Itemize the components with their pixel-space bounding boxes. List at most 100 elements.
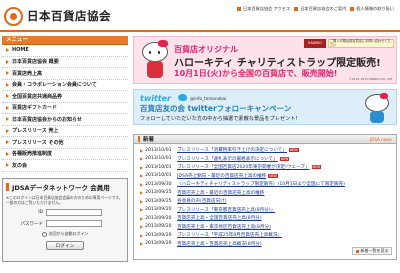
- sanrio-stamp: SANRIO: [304, 39, 326, 48]
- news-link[interactable]: 〈ハローキティチャリティストラップ限定販売〉(10月1日より全国にて限定販売): [177, 181, 345, 187]
- sidebar-item-label: 日本百貨店協会からのお知らせ: [12, 116, 82, 123]
- news-link[interactable]: プレスリリース「東京都百貨店売上高(8月分)」: [177, 207, 275, 213]
- news-date: 2013/09/20: [145, 224, 172, 230]
- news-item[interactable]: ▶ 2013/09/20 プレスリリース「平成25年8月百貨店売上高概況」: [140, 231, 396, 240]
- news-link[interactable]: プレスリリース「平成25年8月百貨店売上高概況」: [177, 232, 282, 238]
- banner-date: 10月1日(火)から全国の百貨店で、販売開始!: [174, 69, 338, 78]
- news-link[interactable]: プレスリリース「消費税率引き上げの決定について」: [177, 147, 287, 153]
- news-item[interactable]: ▶ 2013/09/25 百貨店売上高・最近の百貨店売上高の推移: [140, 189, 396, 198]
- logo-mark-icon: [4, 6, 23, 26]
- news-date: 2013/09/25: [145, 190, 172, 196]
- arrow-right-icon: [6, 71, 9, 76]
- remember-row: 次回から自動ログイン: [6, 231, 124, 237]
- hello-kitty-icon: [364, 93, 390, 123]
- member-login-box: JDSAデータネットワーク 会員用 ※このログインは日本百貨店協会会員の方のため…: [2, 178, 128, 262]
- bullet-arrow-icon: ▶: [140, 156, 144, 162]
- news-date: 2013/09/25: [145, 198, 172, 204]
- bullet-arrow-icon: ▶: [140, 173, 144, 179]
- sidebar-item-sales[interactable]: 百貨店売上高: [2, 68, 128, 80]
- about-link[interactable]: 日本百貨店協会のご案内: [294, 6, 346, 12]
- news-link[interactable]: 各会員の声(百貨店向け): [177, 198, 227, 204]
- id-input[interactable]: [46, 209, 102, 216]
- bullet-square-icon: [350, 7, 355, 11]
- news-link[interactable]: 百貨店売上高・全国百貨店売上高(8月分): [177, 215, 262, 221]
- bullet-arrow-icon: ▶: [140, 232, 144, 238]
- news-date: 2013/10/01: [145, 147, 172, 153]
- header-links: 日本百貨店協会 アクセス 日本百貨店協会のご案内 個人情報の取り扱い: [237, 6, 394, 12]
- news-item[interactable]: ▶ 2013/09/20 百貨店売上高・全国百貨店売上高(8月分): [140, 214, 396, 223]
- access-link[interactable]: 日本百貨店協会 アクセス: [237, 6, 290, 12]
- news-title-text: 新着: [143, 137, 155, 143]
- password-label: パスワード: [20, 221, 44, 227]
- auto-login-label: 次回から自動ログイン: [48, 231, 89, 236]
- bullet-arrow-icon: ▶: [140, 190, 144, 196]
- bullet-arrow-icon: ▶: [140, 164, 144, 170]
- news-more-button[interactable]: 新着一覧を見る: [352, 247, 392, 255]
- bullet-arrow-icon: ▶: [140, 181, 144, 187]
- arrow-right-icon: [6, 151, 9, 156]
- arrow-right-icon: [6, 163, 9, 168]
- news-item[interactable]: ▶ 2013/09/20 プレスリリース「東京都百貨店売上高(8月分)」: [140, 206, 396, 215]
- banner-corner: SANRIO ご購入の際は各百貨店にお問い合わせください: [304, 39, 394, 48]
- news-link[interactable]: プレスリリース「全国百貨店2020年東京開催が決定!ウェーブ」: [177, 164, 309, 170]
- news-item[interactable]: ▶ 2013/10/01 プレスリリース「全国百貨店2020年東京開催が決定!ウェー…: [140, 163, 396, 172]
- banner-note: ご購入の際は各百貨店にお問い合わせください: [328, 39, 394, 48]
- about-link-label: 日本百貨店協会のご案内: [300, 6, 347, 11]
- news-item[interactable]: ▶ 2013/10/01 プレスリリース「違札表示の厳格表示について」 NEW: [140, 155, 396, 164]
- sidebar-item-press-sales[interactable]: プレスリリース 売上: [2, 126, 128, 137]
- news-item[interactable]: ▶ 2013/09/20 百貨店売上高・東京地区百貨店売上高(8月分): [140, 223, 396, 232]
- hello-kitty-icon: [140, 40, 170, 80]
- id-label: ID: [38, 210, 43, 215]
- banner-headline: ハローキティ チャリティストラップ限定販売!: [174, 58, 381, 69]
- new-badge: NEW: [268, 173, 278, 178]
- password-row: パスワード: [6, 220, 124, 227]
- sidebar-item-label: 全国百貨店共通商品券: [12, 93, 63, 100]
- title-bar-icon: [6, 183, 9, 191]
- site-logo[interactable]: 日本百貨店協会: [4, 5, 111, 27]
- news-item[interactable]: ▶ 2013/09/25 各会員の声(百貨店向け): [140, 197, 396, 206]
- sidebar-item-label: 百貨店ギフトカード: [12, 105, 58, 112]
- sidebar-item-home[interactable]: HOME: [2, 45, 128, 57]
- news-more-label: 新着一覧を見る: [360, 248, 389, 253]
- sidebar-item-members[interactable]: 会員・コラボレーション会員について: [2, 80, 128, 91]
- news-link[interactable]: プレスリリース「違札表示の厳格表示について」: [177, 156, 278, 162]
- privacy-link[interactable]: 個人情報の取り扱い: [350, 6, 394, 12]
- news-link[interactable]: 百貨店売上高・百貨店売上高概況(8月分): [177, 241, 262, 247]
- news-date: 2013/10/01: [145, 173, 172, 179]
- news-link[interactable]: JDSA売上動向・最近の百貨店売上高の推移: [177, 173, 266, 179]
- sidebar-item-tomonokai[interactable]: 友の会: [2, 160, 128, 172]
- sidebar-item-promotion[interactable]: 各種販売推進制度: [2, 149, 128, 160]
- news-panel: 新着 JDSA news ▶ 2013/10/01 プレスリリース「消費税率引き上げ…: [133, 134, 397, 260]
- password-input[interactable]: [46, 220, 102, 227]
- sidebar-item-gift-card[interactable]: 百貨店ギフトカード: [2, 103, 128, 114]
- arrow-right-icon: [6, 94, 9, 99]
- news-item[interactable]: ▶ 2013/10/01 JDSA売上動向・最近の百貨店売上高の推移 NEW: [140, 172, 396, 181]
- twitter-headline: 百貨店友の会 twitterフォローキャンペーン: [140, 104, 292, 113]
- news-link[interactable]: 百貨店売上高・東京地区百貨店売上高(8月分): [177, 224, 271, 230]
- news-item[interactable]: ▶ 2013/10/01 プレスリリース「消費税率引き上げの決定について」 NEW: [140, 146, 396, 155]
- news-title: 新着: [138, 135, 154, 143]
- bullet-arrow-icon: ▶: [140, 224, 144, 230]
- news-date: 2013/09/20: [145, 241, 172, 247]
- sidebar-item-label: 友の会: [12, 162, 28, 169]
- twitter-campaign-banner[interactable]: twitter @info_tomonokai 百貨店友の会 twitterフォ…: [133, 89, 397, 125]
- news-link[interactable]: 百貨店売上高・最近の百貨店売上高の推移: [177, 190, 264, 196]
- sidebar-item-overview[interactable]: 日本百貨店協会 概要: [2, 57, 128, 68]
- news-date: 2013/10/01: [145, 156, 172, 162]
- login-title: JDSAデータネットワーク 会員用: [6, 182, 124, 192]
- logo-text: 日本百貨店協会: [27, 9, 111, 23]
- bullet-square-icon: [355, 249, 359, 253]
- hello-kitty-strap-banner[interactable]: SANRIO ご購入の際は各百貨店にお問い合わせください 百貨店オリジナル ハロ…: [133, 36, 397, 84]
- auto-login-checkbox[interactable]: [41, 231, 47, 237]
- news-item[interactable]: ▶ 2013/09/30 〈ハローキティチャリティストラップ限定販売〉(10月1日よ…: [140, 180, 396, 189]
- arrow-right-icon: [6, 59, 9, 64]
- bullet-arrow-icon: ▶: [140, 147, 144, 153]
- sidebar-item-press-other[interactable]: プレスリリース その他: [2, 137, 128, 149]
- sidebar-item-notices[interactable]: 日本百貨店協会からのお知らせ: [2, 114, 128, 126]
- login-button[interactable]: ログイン: [46, 241, 84, 250]
- sidebar-item-gift-voucher[interactable]: 全国百貨店共通商品券: [2, 91, 128, 103]
- arrow-right-icon: [6, 48, 9, 53]
- arrow-right-icon: [6, 117, 9, 122]
- twitter-bird-icon: [178, 94, 187, 101]
- sidebar-item-label: 日本百貨店協会 概要: [12, 59, 59, 66]
